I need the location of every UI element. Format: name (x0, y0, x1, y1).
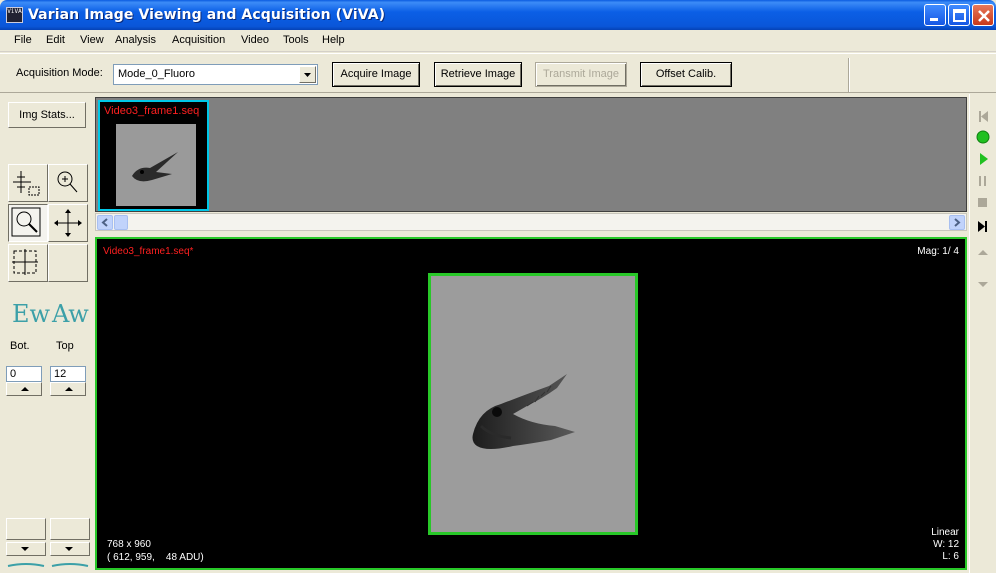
viewer-filename: Video3_frame1.seq* (103, 246, 194, 257)
thumbnail-strip: Video3_frame1.seq (95, 97, 967, 212)
record-icon[interactable] (973, 128, 993, 146)
wl-marker-icon (7, 563, 89, 567)
scroll-down-icon[interactable] (973, 276, 993, 294)
dropdown-button[interactable] (299, 66, 316, 83)
app-logo-icon: ViVA (6, 7, 23, 23)
bottom-spin-up[interactable] (6, 382, 42, 396)
select-roi-tool[interactable] (8, 164, 48, 202)
menu-edit[interactable]: Edit (46, 34, 65, 46)
title-bar[interactable]: ViVA Varian Image Viewing and Acquisitio… (0, 0, 996, 30)
aw-label[interactable]: Aw (52, 300, 89, 328)
thumbnail-label: Video3_frame1.seq (104, 105, 200, 117)
zoom-tool[interactable] (48, 164, 88, 202)
maximize-icon (953, 9, 966, 22)
minimize-button[interactable] (924, 4, 946, 26)
stop-icon[interactable] (973, 194, 993, 212)
menu-acquisition[interactable]: Acquisition (172, 34, 225, 46)
chevron-left-icon (101, 218, 108, 227)
left-tool-panel: Img Stats... Ew Aw Bot. Top 0 12 (0, 94, 95, 573)
toolbar: Acquisition Mode: Mode_0_Fluoro Acquire … (0, 53, 996, 93)
chevron-down-icon (304, 73, 311, 77)
scroll-thumb[interactable] (114, 215, 128, 230)
transmit-image-button[interactable]: Transmit Image (535, 62, 627, 87)
maximize-button[interactable] (948, 4, 970, 26)
scroll-right-button[interactable] (949, 215, 965, 230)
acquisition-mode-label: Acquisition Mode: (16, 67, 103, 79)
zoom-region-icon (11, 207, 41, 237)
image-dimensions: 768 x 960 (107, 539, 151, 550)
bottom-slider-track[interactable] (6, 518, 46, 540)
menu-view[interactable]: View (80, 34, 104, 46)
cursor-readout: ( 612, 959, 48 ADU) (107, 552, 204, 563)
magnifier-icon (57, 171, 78, 193)
zoom-region-tool[interactable] (8, 204, 48, 242)
pan-tool[interactable] (48, 204, 88, 242)
menu-help[interactable]: Help (322, 34, 345, 46)
thumbnail-item[interactable]: Video3_frame1.seq (98, 100, 209, 211)
first-frame-icon[interactable] (973, 108, 993, 126)
empty-tool-slot (48, 244, 88, 282)
bottom-spin-down[interactable] (6, 542, 46, 556)
scroll-left-button[interactable] (97, 215, 113, 230)
video-controls-panel (969, 94, 996, 573)
ew-label[interactable]: Ew (12, 300, 50, 328)
retrieve-image-button[interactable]: Retrieve Image (434, 62, 522, 87)
level-value: L: 6 (942, 551, 959, 562)
move-arrows-icon (54, 209, 82, 237)
pause-icon[interactable] (973, 172, 993, 190)
play-icon[interactable] (973, 150, 993, 168)
offset-calib-button[interactable]: Offset Calib. (640, 62, 732, 87)
thumbnail-scrollbar[interactable] (95, 213, 967, 231)
close-button[interactable] (972, 4, 994, 26)
magnification-label: Mag: 1/ 4 (917, 246, 959, 257)
menu-video[interactable]: Video (241, 34, 269, 46)
toolbar-separator (848, 58, 849, 92)
bottom-value-field[interactable]: 0 (6, 366, 42, 382)
menu-analysis[interactable]: Analysis (115, 34, 156, 46)
xray-image[interactable] (428, 273, 638, 535)
top-value-field[interactable]: 12 (50, 366, 86, 382)
top-spin-down[interactable] (50, 542, 90, 556)
menu-file[interactable]: File (14, 34, 32, 46)
acquisition-mode-value: Mode_0_Fluoro (118, 68, 196, 80)
acquisition-mode-select[interactable]: Mode_0_Fluoro (113, 64, 318, 85)
top-slider-track[interactable] (50, 518, 90, 540)
menu-tools[interactable]: Tools (283, 34, 309, 46)
minimize-icon (930, 18, 938, 21)
chevron-right-icon (954, 218, 961, 227)
crosshair-select-icon (13, 171, 40, 196)
last-frame-icon[interactable] (973, 218, 993, 236)
lut-mode: Linear (931, 527, 959, 538)
top-label: Top (56, 340, 74, 352)
region-select-icon (12, 249, 38, 275)
image-viewer[interactable]: Video3_frame1.seq* Mag: 1/ 4 768 x 960 (… (95, 237, 967, 570)
img-stats-button[interactable]: Img Stats... (8, 102, 86, 128)
window-value: W: 12 (933, 539, 959, 550)
window-title: Varian Image Viewing and Acquisition (Vi… (28, 7, 386, 23)
region-select-tool[interactable] (8, 244, 48, 282)
acquire-image-button[interactable]: Acquire Image (332, 62, 420, 87)
bottom-label: Bot. (10, 340, 30, 352)
top-spin-up[interactable] (50, 382, 86, 396)
menu-bar: File Edit View Analysis Acquisition Vide… (0, 30, 996, 52)
close-icon (978, 10, 990, 22)
thumbnail-image (116, 124, 196, 206)
scroll-up-icon[interactable] (973, 244, 993, 262)
